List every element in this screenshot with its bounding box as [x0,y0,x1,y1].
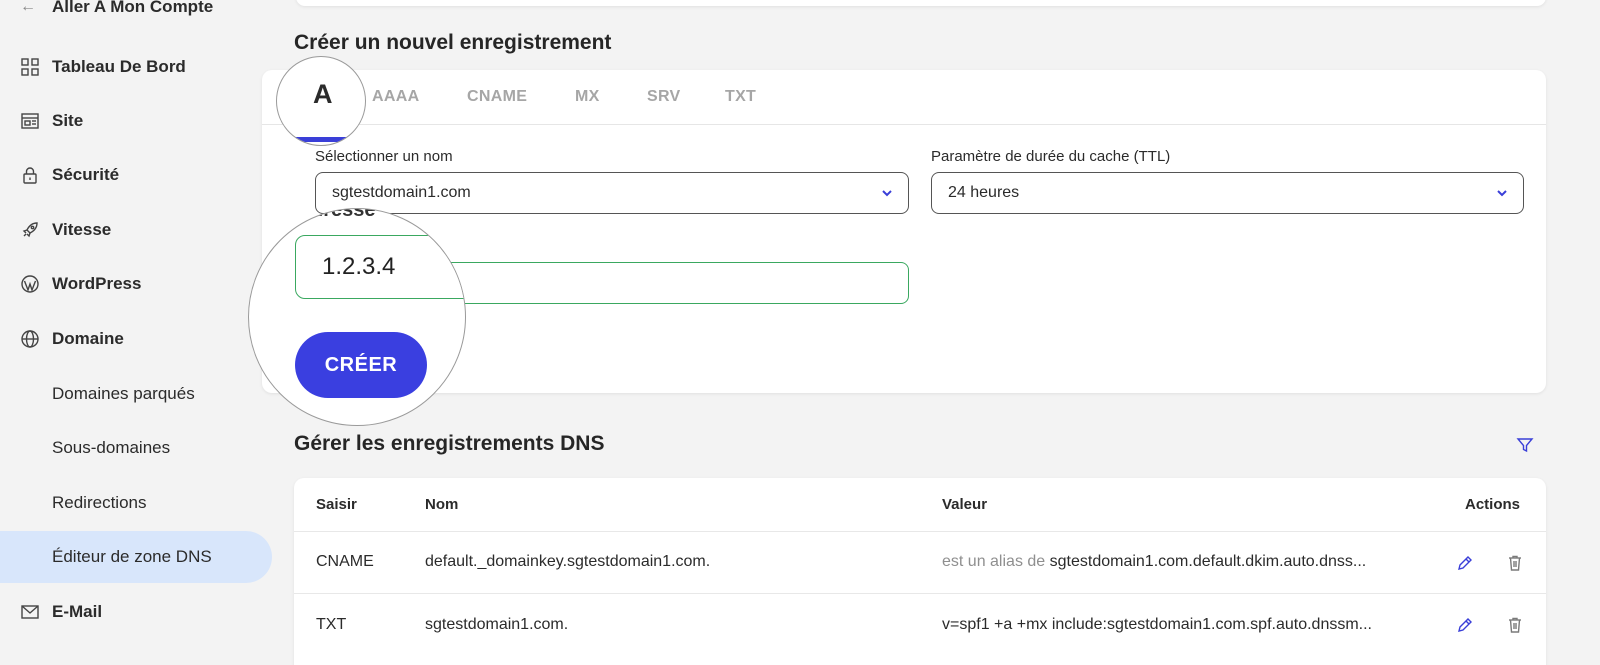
ttl-select-value: 24 heures [948,184,1020,201]
tab-a-magnifier: A [276,56,366,146]
trash-icon[interactable] [1506,616,1524,634]
filter-icon[interactable] [1516,436,1534,454]
back-link-label: Aller A Mon Compte [52,0,214,16]
tab-aaaa[interactable]: AAAA [372,88,419,106]
row-type: TXT [316,616,347,633]
row-divider [294,531,1546,532]
wordpress-icon [20,274,40,294]
sidebar-subitem-redirects[interactable]: Redirections [0,477,272,529]
active-tab-indicator [285,137,361,142]
row-value-text: v=spf1 +a +mx include:sgtestdomain1.com.… [942,616,1372,633]
column-header-name: Nom [425,496,459,513]
column-header-actions: Actions [1465,496,1521,513]
row-name: default._domainkey.sgtestdomain1.com. [425,553,711,570]
name-select-value: sgtestdomain1.com [332,184,471,201]
create-button[interactable]: CRÉER [295,332,427,398]
pencil-icon[interactable] [1456,554,1474,572]
row-type: CNAME [316,553,374,570]
tab-txt[interactable]: TXT [725,88,756,106]
sidebar-item-label: Domaine [52,329,124,348]
rocket-icon [20,220,40,240]
row-divider [294,593,1546,594]
tab-a[interactable]: A [313,79,333,110]
ttl-select[interactable]: 24 heures [931,172,1524,214]
manage-records-title: Gérer les enregistrements DNS [294,432,605,455]
tab-mx[interactable]: MX [575,88,600,106]
ip-address-label: dresse [311,208,376,221]
globe-icon [20,329,40,349]
ttl-select-label: Paramètre de durée du cache (TTL) [931,148,1171,165]
grid-icon [20,57,40,77]
sidebar-subitem-label: Éditeur de zone DNS [52,547,212,566]
back-to-account-link[interactable]: ← Aller A Mon Compte [20,0,213,20]
tab-srv[interactable]: SRV [647,88,681,106]
sidebar-subitem-label: Redirections [52,493,147,512]
sidebar-subitem-label: Sous-domaines [52,438,171,457]
row-value: v=spf1 +a +mx include:sgtestdomain1.com.… [942,616,1372,634]
sidebar-subitem-label: Domaines parqués [52,384,195,403]
sidebar-subitem-subdomains[interactable]: Sous-domaines [0,422,272,474]
sidebar-item-label: Vitesse [52,220,112,239]
sidebar-item-email[interactable]: E-Mail [0,592,272,632]
name-select-label: Sélectionner un nom [315,148,453,165]
column-header-type: Saisir [316,496,357,513]
record-type-tabs: AAAA CNAME MX SRV TXT [262,70,1546,125]
sidebar-item-wordpress[interactable]: WordPress [0,264,272,304]
create-record-title: Créer un nouvel enregistrement [294,31,612,54]
sidebar-item-security[interactable]: Sécurité [0,155,272,195]
sidebar-subitem-dns-zone-editor[interactable]: Éditeur de zone DNS [0,531,272,583]
sidebar-item-label: Sécurité [52,165,120,184]
ip-create-magnifier: dresse 1.2.3.4 CRÉER [248,208,466,426]
sidebar-item-label: Site [52,111,84,130]
chevron-down-icon [880,186,894,200]
previous-card [296,0,1546,6]
sidebar-item-speed[interactable]: Vitesse [0,210,272,250]
sidebar-item-label: WordPress [52,274,142,293]
sidebar-item-label: E-Mail [52,602,103,621]
row-name: sgtestdomain1.com. [425,616,569,633]
row-value: est un alias de sgtestdomain1.com.defaul… [942,553,1366,571]
arrow-left-icon: ← [20,0,36,15]
mail-icon [20,602,40,622]
sidebar-item-site[interactable]: Site [0,101,272,141]
trash-icon[interactable] [1506,554,1524,572]
sidebar-item-domain[interactable]: Domaine [0,319,272,359]
site-icon [20,111,40,131]
ip-address-input-zoomed[interactable]: 1.2.3.4 [295,235,465,299]
sidebar: ← Aller A Mon Compte Tableau De Bord Sit… [0,0,272,665]
pencil-icon[interactable] [1456,616,1474,634]
column-header-value: Valeur [942,496,988,513]
name-select[interactable]: sgtestdomain1.com [315,172,909,214]
dns-records-table: Saisir Nom Valeur Actions CNAME default.… [294,478,1546,665]
lock-icon [20,165,40,185]
ip-address-value: 1.2.3.4 [322,253,396,280]
chevron-down-icon [1495,186,1509,200]
sidebar-item-label: Tableau De Bord [52,57,186,76]
sidebar-subitem-parked-domains[interactable]: Domaines parqués [0,368,272,420]
row-value-prefix: est un alias de [942,553,1046,570]
sidebar-item-dashboard[interactable]: Tableau De Bord [0,47,272,87]
tab-cname[interactable]: CNAME [467,88,527,106]
row-value-text: sgtestdomain1.com.default.dkim.auto.dnss… [1049,553,1367,570]
